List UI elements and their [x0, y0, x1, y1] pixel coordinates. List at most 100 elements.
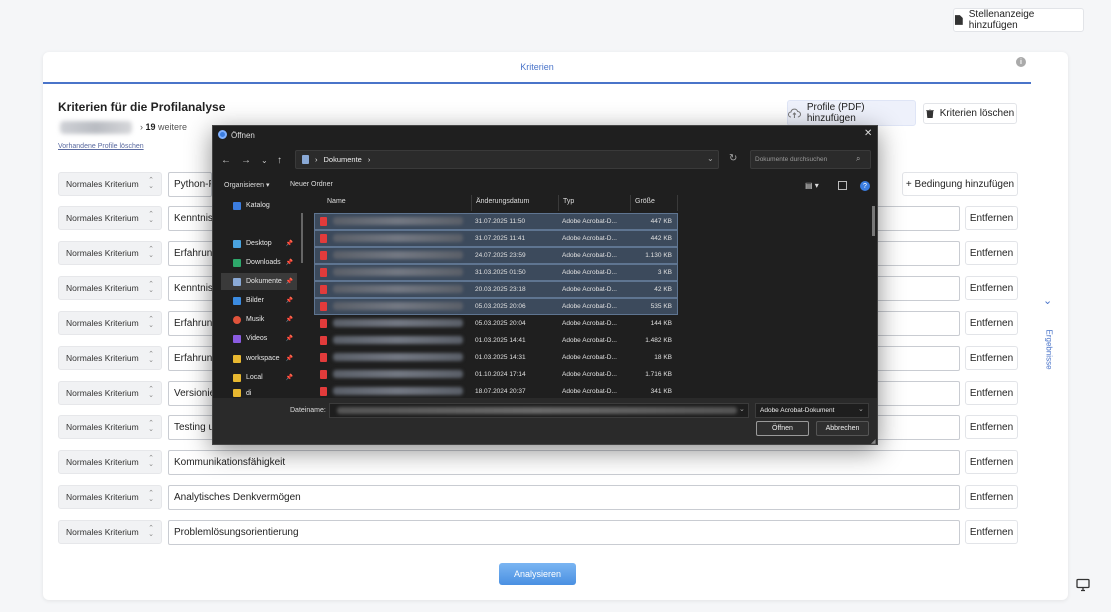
criterion-input[interactable]: Kommunikationsfähigkeit — [168, 450, 960, 475]
more-profiles-count[interactable]: › 19 weitere — [140, 122, 187, 132]
file-size: 442 KB — [650, 235, 672, 242]
blurred-file-name — [333, 336, 463, 344]
nav-item-musik[interactable]: Musik 📌 — [221, 311, 297, 328]
nav-item-desktop[interactable]: Desktop 📌 — [221, 235, 297, 252]
file-row[interactable]: 31.07.2025 11:41 Adobe Acrobat-D... 442 KB — [314, 230, 678, 247]
criterion-input[interactable]: Problemlösungsorientierung — [168, 520, 960, 545]
remove-button[interactable]: Entfernen — [965, 450, 1018, 474]
criterion-input[interactable]: Python-P — [168, 172, 212, 197]
criterion-type-select[interactable]: Normales Kriterium ⌃ ⌄ — [58, 346, 162, 370]
new-folder-button[interactable]: Neuer Ordner — [290, 181, 333, 188]
search-input[interactable]: Dokumente durchsuchen — [750, 150, 871, 169]
criterion-type-select[interactable]: Normales Kriterium ⌃ ⌄ — [58, 206, 162, 230]
cancel-button[interactable]: Abbrechen — [816, 421, 869, 436]
chevron-down-icon[interactable]: ⌄ — [1043, 294, 1052, 307]
nav-scrollbar[interactable] — [301, 213, 303, 263]
criterion-type-select[interactable]: Normales Kriterium ⌃ ⌄ — [58, 276, 162, 300]
criterion-type-select[interactable]: Normales Kriterium ⌃ ⌄ — [58, 485, 162, 509]
remove-button[interactable]: Entfernen — [965, 485, 1018, 509]
blurred-file-name — [333, 302, 463, 310]
criterion-type-select[interactable]: Normales Kriterium ⌃ ⌄ — [58, 172, 162, 196]
results-panel-toggle[interactable]: Ergebnisse — [1045, 330, 1054, 370]
column-header-name[interactable]: Name — [327, 198, 346, 205]
file-list-scrollbar[interactable] — [872, 206, 875, 236]
file-row[interactable]: 01.03.2025 14:41 Adobe Acrobat-D... 1.482 … — [315, 333, 677, 348]
nav-item-katalog[interactable]: Katalog — [221, 197, 297, 214]
remove-button[interactable]: Entfernen — [965, 415, 1018, 439]
criterion-input[interactable]: Analytisches Denkvermögen — [168, 485, 960, 510]
nav-item-bilder[interactable]: Bilder 📌 — [221, 292, 297, 309]
criterion-type-label: Normales Kriterium — [66, 422, 139, 432]
back-arrow-icon[interactable]: ← — [221, 155, 231, 166]
tab-criteria[interactable]: Kriterien — [43, 52, 1031, 84]
pin-icon: 📌 — [285, 260, 293, 266]
help-icon[interactable]: ? — [860, 181, 870, 191]
nav-item-di[interactable]: di — [221, 388, 297, 398]
column-header-date[interactable]: Änderungsdatum — [476, 198, 529, 205]
tab-criteria-label: Kriterien — [520, 62, 554, 72]
file-row[interactable]: 01.10.2024 17:14 Adobe Acrobat-D... 1.716 … — [315, 367, 677, 382]
file-row[interactable]: 31.07.2025 11:50 Adobe Acrobat-D... 447 KB — [314, 213, 678, 230]
add-job-ad-button[interactable]: Stellenanzeige hinzufügen — [953, 8, 1084, 32]
remove-button[interactable]: Entfernen — [965, 346, 1018, 370]
file-row[interactable]: 31.03.2025 01:50 Adobe Acrobat-D... 3 KB — [314, 264, 678, 281]
address-bar[interactable]: › Dokumente › — [295, 150, 719, 169]
remove-button[interactable]: Entfernen — [965, 520, 1018, 544]
remove-button[interactable]: Entfernen — [965, 276, 1018, 300]
address-dropdown-icon[interactable]: ⌄ — [707, 154, 714, 163]
remove-button[interactable]: Entfernen — [965, 206, 1018, 230]
file-size: 1.130 KB — [645, 252, 672, 259]
nav-item-downloads[interactable]: Downloads 📌 — [221, 254, 297, 271]
criterion-type-select[interactable]: Normales Kriterium ⌃ ⌄ — [58, 241, 162, 265]
file-row[interactable]: 18.07.2024 20:37 Adobe Acrobat-D... 341 KB — [315, 384, 677, 399]
forward-arrow-icon[interactable]: → — [241, 155, 251, 166]
view-options-icon[interactable]: ▤ ▾ — [805, 181, 819, 190]
up-arrow-icon[interactable]: ↑ — [277, 155, 282, 166]
file-date: 31.07.2025 11:50 — [475, 218, 526, 225]
info-icon[interactable]: i — [1016, 57, 1026, 67]
sort-chevron-icon: ⌃ ⌄ — [148, 420, 154, 433]
recent-chevron-icon[interactable]: ⌄ — [261, 156, 268, 165]
add-condition-button[interactable]: + Bedingung hinzufügen — [902, 172, 1018, 196]
chevron-down-icon[interactable]: ⌄ — [739, 405, 745, 413]
file-row[interactable]: 05.03.2025 20:06 Adobe Acrobat-D... 535 KB — [314, 298, 678, 315]
remove-button[interactable]: Entfernen — [965, 381, 1018, 405]
delete-criteria-button[interactable]: Kriterien löschen — [923, 103, 1017, 124]
file-row[interactable]: 01.03.2025 14:31 Adobe Acrobat-D... 18 KB — [315, 350, 677, 365]
criterion-type-select[interactable]: Normales Kriterium ⌃ ⌄ — [58, 311, 162, 335]
sort-chevron-icon: ⌃ ⌄ — [148, 490, 154, 503]
open-button[interactable]: Öffnen — [756, 421, 809, 436]
file-type: Adobe Acrobat-D... — [562, 218, 617, 225]
file-row[interactable]: 20.03.2025 23:18 Adobe Acrobat-D... 42 KB — [314, 281, 678, 298]
monitor-icon[interactable] — [1076, 578, 1090, 592]
nav-item-workspace[interactable]: workspace 📌 — [221, 350, 297, 367]
remove-button[interactable]: Entfernen — [965, 241, 1018, 265]
organize-menu[interactable]: Organisieren ▾ — [224, 181, 270, 189]
analyze-button[interactable]: Analysieren — [499, 563, 576, 585]
refresh-icon[interactable]: ↻ — [729, 153, 737, 164]
add-pdf-profiles-button[interactable]: Profile (PDF) hinzufügen — [787, 100, 916, 126]
column-header-size[interactable]: Größe — [635, 198, 655, 205]
catalog-icon — [233, 201, 241, 210]
resize-grip-icon[interactable]: ◢ — [871, 438, 876, 444]
preview-pane-icon[interactable] — [838, 181, 847, 190]
document-icon — [233, 277, 241, 286]
file-row[interactable]: 05.03.2025 20:04 Adobe Acrobat-D... 144 KB — [315, 316, 677, 331]
nav-item-videos[interactable]: Videos 📌 — [221, 330, 297, 347]
dialog-title: Öffnen — [231, 130, 255, 140]
remove-button[interactable]: Entfernen — [965, 311, 1018, 335]
desktop-icon — [233, 239, 241, 248]
nav-item-dokumente[interactable]: Dokumente 📌 — [221, 273, 297, 290]
criterion-type-select[interactable]: Normales Kriterium ⌃ ⌄ — [58, 415, 162, 439]
file-row[interactable]: 24.07.2025 23:59 Adobe Acrobat-D... 1.130 … — [314, 247, 678, 264]
nav-item-label: Bilder — [246, 297, 264, 304]
criterion-type-select[interactable]: Normales Kriterium ⌃ ⌄ — [58, 520, 162, 544]
filetype-select[interactable]: Adobe Acrobat-Dokument — [755, 403, 869, 418]
nav-item-local[interactable]: Local 📌 — [221, 369, 297, 386]
sort-chevron-icon: ⌃ ⌄ — [148, 246, 154, 259]
criterion-type-select[interactable]: Normales Kriterium ⌃ ⌄ — [58, 450, 162, 474]
column-header-type[interactable]: Typ — [563, 198, 574, 205]
delete-profiles-link[interactable]: Vorhandene Profile löschen — [58, 143, 144, 150]
criterion-type-select[interactable]: Normales Kriterium ⌃ ⌄ — [58, 381, 162, 405]
close-icon[interactable]: ✕ — [864, 128, 872, 139]
